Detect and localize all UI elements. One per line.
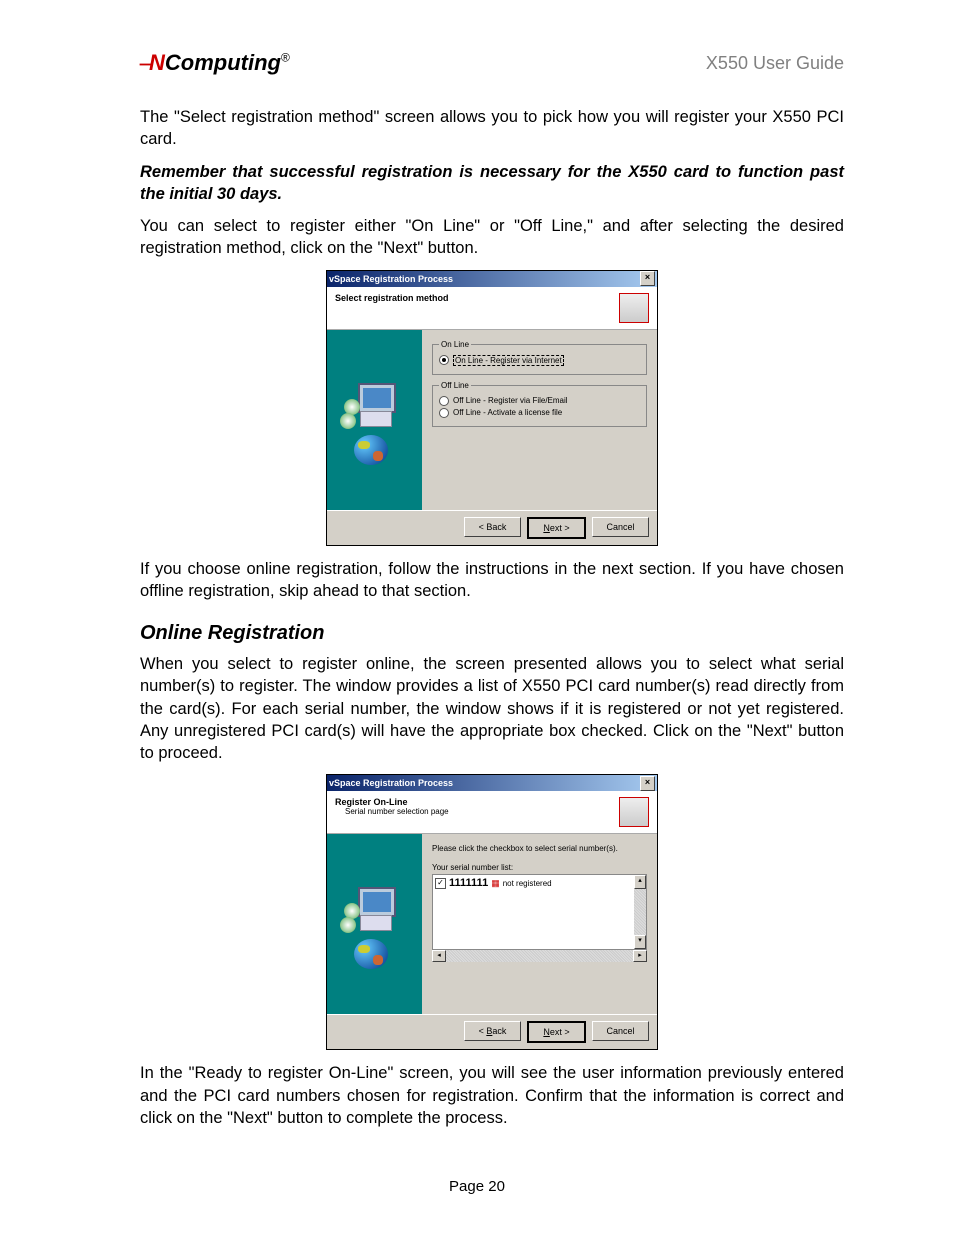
titlebar: vSpace Registration Process × [327,775,657,791]
horizontal-scrollbar[interactable]: ◂ ▸ [432,950,647,962]
legend: Off Line [439,381,471,390]
vertical-scrollbar[interactable]: ▴ ▾ [634,875,646,949]
wizard-sidebar [327,330,422,510]
radio-label: Off Line - Activate a license file [453,408,562,417]
paragraph: When you select to register online, the … [140,653,844,764]
logo-reg: ® [281,51,290,65]
serial-number: 1111111 [449,877,488,889]
radio-online[interactable]: On Line - Register via Internet [439,355,640,366]
paragraph: The "Select registration method" screen … [140,106,844,151]
wizard-icon [619,797,649,827]
close-icon[interactable]: × [640,776,655,791]
dialog-select-method: vSpace Registration Process × Select reg… [326,270,658,546]
radio-label: Off Line - Register via File/Email [453,396,568,405]
scroll-up-icon[interactable]: ▴ [634,875,646,889]
radio-offline-file[interactable]: Off Line - Register via File/Email [439,396,640,406]
group-online: On Line On Line - Register via Internet [432,340,647,375]
doc-title: X550 User Guide [706,53,844,74]
radio-label: On Line - Register via Internet [453,355,564,366]
titlebar: vSpace Registration Process × [327,271,657,287]
paragraph: In the "Ready to register On-Line" scree… [140,1062,844,1129]
group-offline: Off Line Off Line - Register via File/Em… [432,381,647,427]
cancel-button[interactable]: Cancel [592,517,649,537]
radio-icon [439,355,449,365]
serial-listbox[interactable]: ✓ 1111111 ▦ not registered ▴ ▾ [432,874,647,950]
list-label: Your serial number list: [432,863,647,872]
clipart-icon [340,879,410,969]
radio-icon [439,408,449,418]
next-button[interactable]: Next > [527,1021,586,1043]
logo-word: Computing [165,50,281,75]
close-icon[interactable]: × [640,271,655,286]
instruction-text: Please click the checkbox to select seri… [432,844,647,853]
back-button[interactable]: < Back [464,517,521,537]
clipart-icon [340,375,410,465]
dialog-subheading: Serial number selection page [345,807,449,816]
wizard-icon [619,293,649,323]
paragraph: If you choose online registration, follo… [140,558,844,603]
cancel-button[interactable]: Cancel [592,1021,649,1041]
status-icon: ▦ [491,878,500,889]
brand-logo: ⎯NComputing® [140,50,290,76]
dialog-heading: Register On-Line [335,797,449,807]
paragraph: You can select to register either "On Li… [140,215,844,260]
logo-letter: N [149,50,165,75]
next-button[interactable]: Next > [527,517,586,539]
wizard-sidebar [327,834,422,1014]
scroll-down-icon[interactable]: ▾ [634,935,646,949]
legend: On Line [439,340,471,349]
scroll-left-icon[interactable]: ◂ [432,950,446,962]
status-text: not registered [503,879,552,888]
section-heading: Online Registration [140,622,844,645]
page-number: Page 20 [0,1178,954,1195]
dialog-serial-select: vSpace Registration Process × Register O… [326,774,658,1050]
dialog-heading: Select registration method [335,293,449,303]
window-title: vSpace Registration Process [329,778,453,788]
back-button[interactable]: < Back [464,1021,521,1041]
list-item[interactable]: ✓ 1111111 ▦ not registered [435,877,644,889]
paragraph-emphasis: Remember that successful registration is… [140,161,844,206]
radio-icon [439,396,449,406]
scroll-right-icon[interactable]: ▸ [633,950,647,962]
window-title: vSpace Registration Process [329,274,453,284]
radio-offline-license[interactable]: Off Line - Activate a license file [439,408,640,418]
checkbox-icon[interactable]: ✓ [435,878,446,889]
